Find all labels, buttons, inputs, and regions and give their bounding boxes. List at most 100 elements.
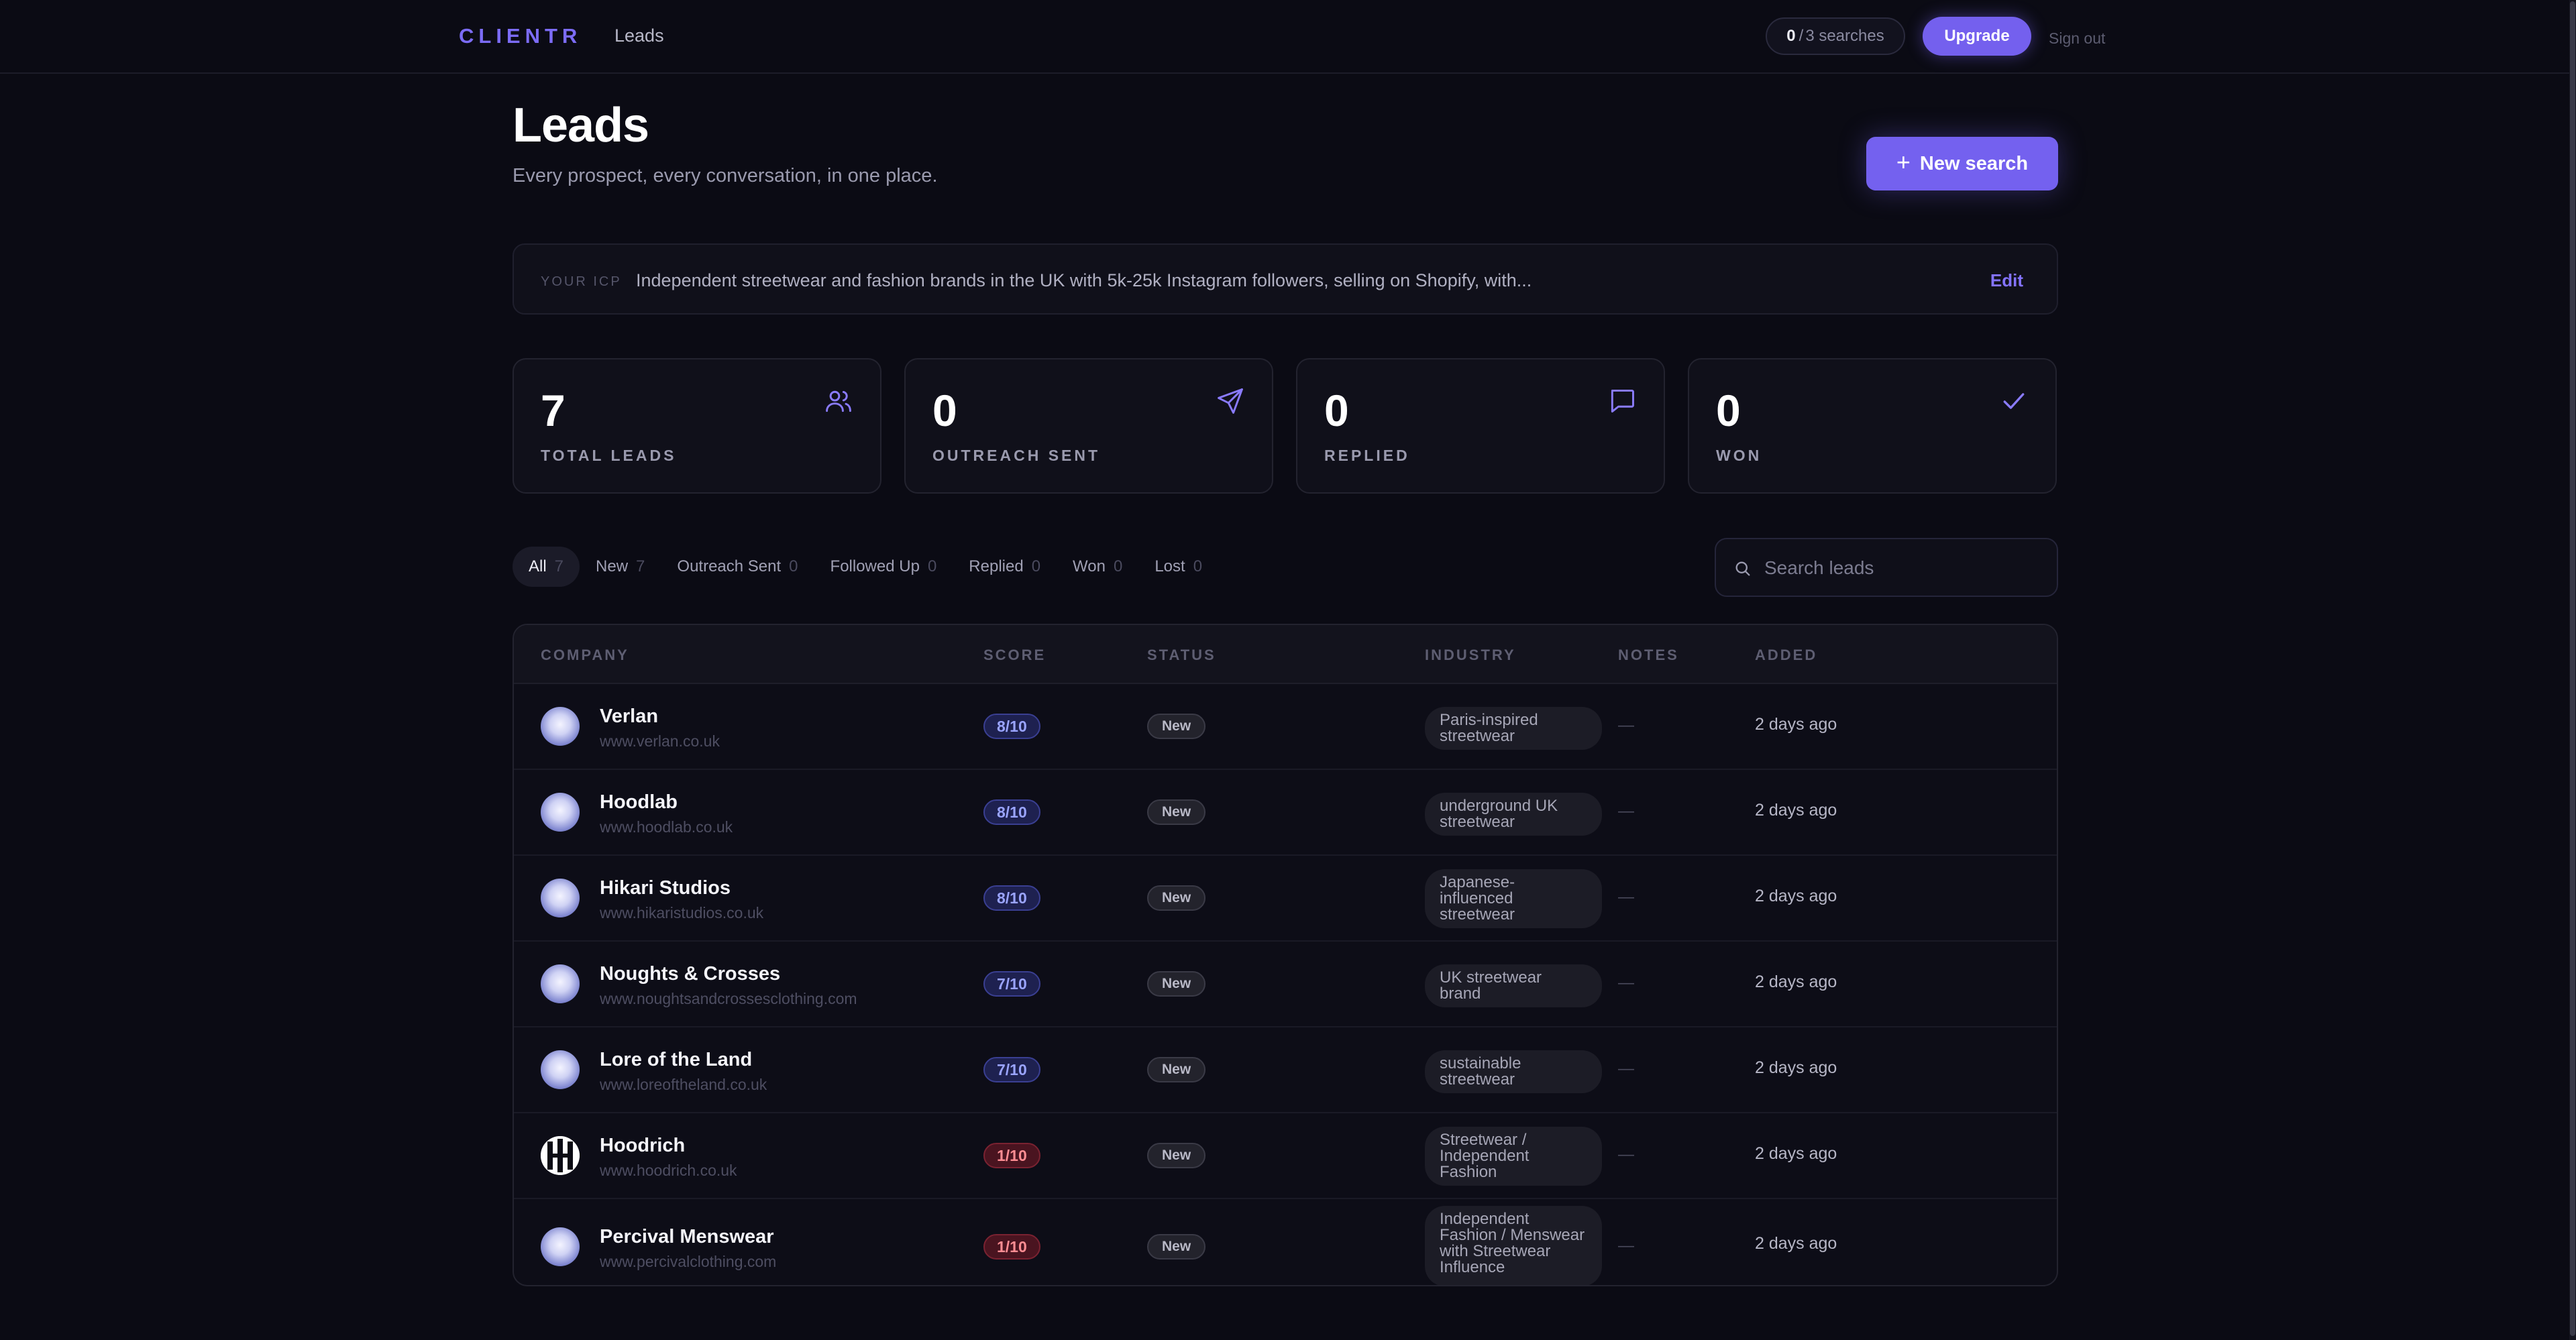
status-badge[interactable]: New bbox=[1147, 1234, 1206, 1260]
company-name[interactable]: Hoodlab bbox=[600, 791, 678, 814]
search-leads-input[interactable] bbox=[1764, 554, 2046, 582]
company-logo-globe-icon bbox=[541, 964, 580, 1003]
notes-cell[interactable]: — bbox=[1618, 888, 1634, 907]
company-name[interactable]: Verlan bbox=[600, 706, 658, 728]
filter-label: New bbox=[596, 557, 629, 575]
page-scrollbar[interactable] bbox=[2569, 0, 2576, 1340]
status-badge[interactable]: New bbox=[1147, 1143, 1206, 1168]
icp-panel: YOUR ICP Independent streetwear and fash… bbox=[513, 243, 2058, 315]
filter-count: 0 bbox=[789, 557, 798, 575]
column-header-status[interactable]: STATUS bbox=[1147, 647, 1216, 664]
column-header-score[interactable]: SCORE bbox=[983, 647, 1046, 664]
hoodrich-logo-icon bbox=[541, 1136, 580, 1175]
company-name[interactable]: Lore of the Land bbox=[600, 1049, 752, 1071]
table-row[interactable]: Percival Menswear www.percivalclothing.c… bbox=[514, 1199, 2057, 1285]
industry-tag: Streetwear / Independent Fashion bbox=[1425, 1127, 1602, 1186]
stat-label: OUTREACH SENT bbox=[932, 447, 1101, 464]
company-logo-globe-icon bbox=[541, 793, 580, 832]
filter-label: Replied bbox=[969, 557, 1024, 575]
new-search-button[interactable]: + New search bbox=[1866, 137, 2058, 190]
table-row[interactable]: Hikari Studios www.hikaristudios.co.uk 8… bbox=[514, 856, 2057, 942]
table-row[interactable]: Verlan www.verlan.co.uk 8/10 New Paris-i… bbox=[514, 684, 2057, 770]
company-url[interactable]: www.noughtsandcrossesclothing.com bbox=[600, 990, 857, 1008]
company-url[interactable]: www.hoodlab.co.uk bbox=[600, 818, 733, 836]
column-header-added[interactable]: ADDED bbox=[1755, 647, 1817, 664]
filter-count: 7 bbox=[636, 557, 645, 575]
score-badge: 8/10 bbox=[983, 885, 1040, 911]
table-row[interactable]: Noughts & Crosses www.noughtsandcrossesc… bbox=[514, 942, 2057, 1027]
filter-label: Followed Up bbox=[830, 557, 920, 575]
notes-cell[interactable]: — bbox=[1618, 1060, 1634, 1078]
status-badge[interactable]: New bbox=[1147, 971, 1206, 997]
score-badge: 8/10 bbox=[983, 799, 1040, 825]
filter-count: 0 bbox=[1113, 557, 1123, 575]
filter-tab-new[interactable]: New 7 bbox=[580, 547, 661, 587]
nav-link-leads[interactable]: Leads bbox=[614, 25, 664, 46]
notes-cell[interactable]: — bbox=[1618, 802, 1634, 821]
filter-label: Won bbox=[1073, 557, 1106, 575]
column-header-notes[interactable]: NOTES bbox=[1618, 647, 1679, 664]
filter-count: 0 bbox=[1193, 557, 1203, 575]
stat-label: REPLIED bbox=[1324, 447, 1410, 464]
company-name[interactable]: Hikari Studios bbox=[600, 877, 731, 899]
stat-value: 7 bbox=[541, 386, 566, 435]
filter-tab-all[interactable]: All 7 bbox=[513, 547, 580, 587]
industry-tag: Japanese-influenced streetwear bbox=[1425, 869, 1602, 928]
score-badge: 1/10 bbox=[983, 1234, 1040, 1260]
stat-value: 0 bbox=[1716, 386, 1741, 435]
stat-value: 0 bbox=[1324, 386, 1349, 435]
added-date: 2 days ago bbox=[1755, 1058, 1837, 1077]
status-badge[interactable]: New bbox=[1147, 1057, 1206, 1082]
company-url[interactable]: www.hikaristudios.co.uk bbox=[600, 904, 763, 922]
company-name[interactable]: Percival Menswear bbox=[600, 1226, 774, 1248]
stat-value: 0 bbox=[932, 386, 957, 435]
table-row[interactable]: Lore of the Land www.loreoftheland.co.uk… bbox=[514, 1027, 2057, 1113]
industry-tag: underground UK streetwear bbox=[1425, 793, 1602, 836]
filter-tab-outreach-sent[interactable]: Outreach Sent 0 bbox=[661, 547, 814, 587]
page-title: Leads bbox=[513, 99, 649, 152]
column-header-industry[interactable]: INDUSTRY bbox=[1425, 647, 1516, 664]
status-filter-tabs: All 7 New 7 Outreach Sent 0 Followed Up … bbox=[513, 547, 1218, 587]
company-logo-globe-icon bbox=[541, 1050, 580, 1089]
status-badge[interactable]: New bbox=[1147, 799, 1206, 825]
icp-edit-link[interactable]: Edit bbox=[1990, 270, 2023, 291]
status-badge[interactable]: New bbox=[1147, 885, 1206, 911]
notes-cell[interactable]: — bbox=[1618, 1146, 1634, 1164]
sign-out-link[interactable]: Sign out bbox=[2049, 30, 2105, 48]
stat-card-replied: 0 REPLIED bbox=[1296, 358, 1665, 494]
users-icon bbox=[824, 386, 853, 416]
filter-tab-lost[interactable]: Lost 0 bbox=[1138, 547, 1218, 587]
added-date: 2 days ago bbox=[1755, 1234, 1837, 1253]
company-url[interactable]: www.verlan.co.uk bbox=[600, 732, 720, 750]
industry-tag: Paris-inspired streetwear bbox=[1425, 707, 1602, 750]
scrollbar-thumb[interactable] bbox=[2570, 1, 2575, 1336]
stat-card-total-leads: 7 TOTAL LEADS bbox=[513, 358, 881, 494]
filter-label: Lost bbox=[1155, 557, 1185, 575]
company-url[interactable]: www.loreoftheland.co.uk bbox=[600, 1076, 767, 1094]
filter-tab-followed-up[interactable]: Followed Up 0 bbox=[814, 547, 953, 587]
icp-label: YOUR ICP bbox=[541, 274, 622, 289]
notes-cell[interactable]: — bbox=[1618, 1237, 1634, 1255]
table-row[interactable]: Hoodrich www.hoodrich.co.uk 1/10 New Str… bbox=[514, 1113, 2057, 1199]
filter-tab-replied[interactable]: Replied 0 bbox=[953, 547, 1057, 587]
company-name[interactable]: Hoodrich bbox=[600, 1135, 685, 1157]
filter-tab-won[interactable]: Won 0 bbox=[1057, 547, 1138, 587]
notes-cell[interactable]: — bbox=[1618, 716, 1634, 735]
filter-count: 7 bbox=[554, 557, 564, 575]
stat-card-won: 0 WON bbox=[1688, 358, 2057, 494]
added-date: 2 days ago bbox=[1755, 715, 1837, 734]
search-icon bbox=[1733, 559, 1752, 578]
table-row[interactable]: Hoodlab www.hoodlab.co.uk 8/10 New under… bbox=[514, 770, 2057, 856]
company-name[interactable]: Noughts & Crosses bbox=[600, 963, 780, 985]
industry-tag: sustainable streetwear bbox=[1425, 1050, 1602, 1093]
table-header: COMPANY SCORE STATUS INDUSTRY NOTES ADDE… bbox=[514, 625, 2057, 684]
company-logo-globe-icon bbox=[541, 707, 580, 746]
company-url[interactable]: www.percivalclothing.com bbox=[600, 1253, 776, 1271]
column-header-company[interactable]: COMPANY bbox=[541, 647, 629, 664]
leads-table: COMPANY SCORE STATUS INDUSTRY NOTES ADDE… bbox=[513, 624, 2058, 1286]
notes-cell[interactable]: — bbox=[1618, 974, 1634, 993]
upgrade-button[interactable]: Upgrade bbox=[1923, 17, 2031, 56]
brand-logo[interactable]: CLIENTR bbox=[459, 24, 582, 48]
company-url[interactable]: www.hoodrich.co.uk bbox=[600, 1162, 737, 1180]
status-badge[interactable]: New bbox=[1147, 714, 1206, 739]
